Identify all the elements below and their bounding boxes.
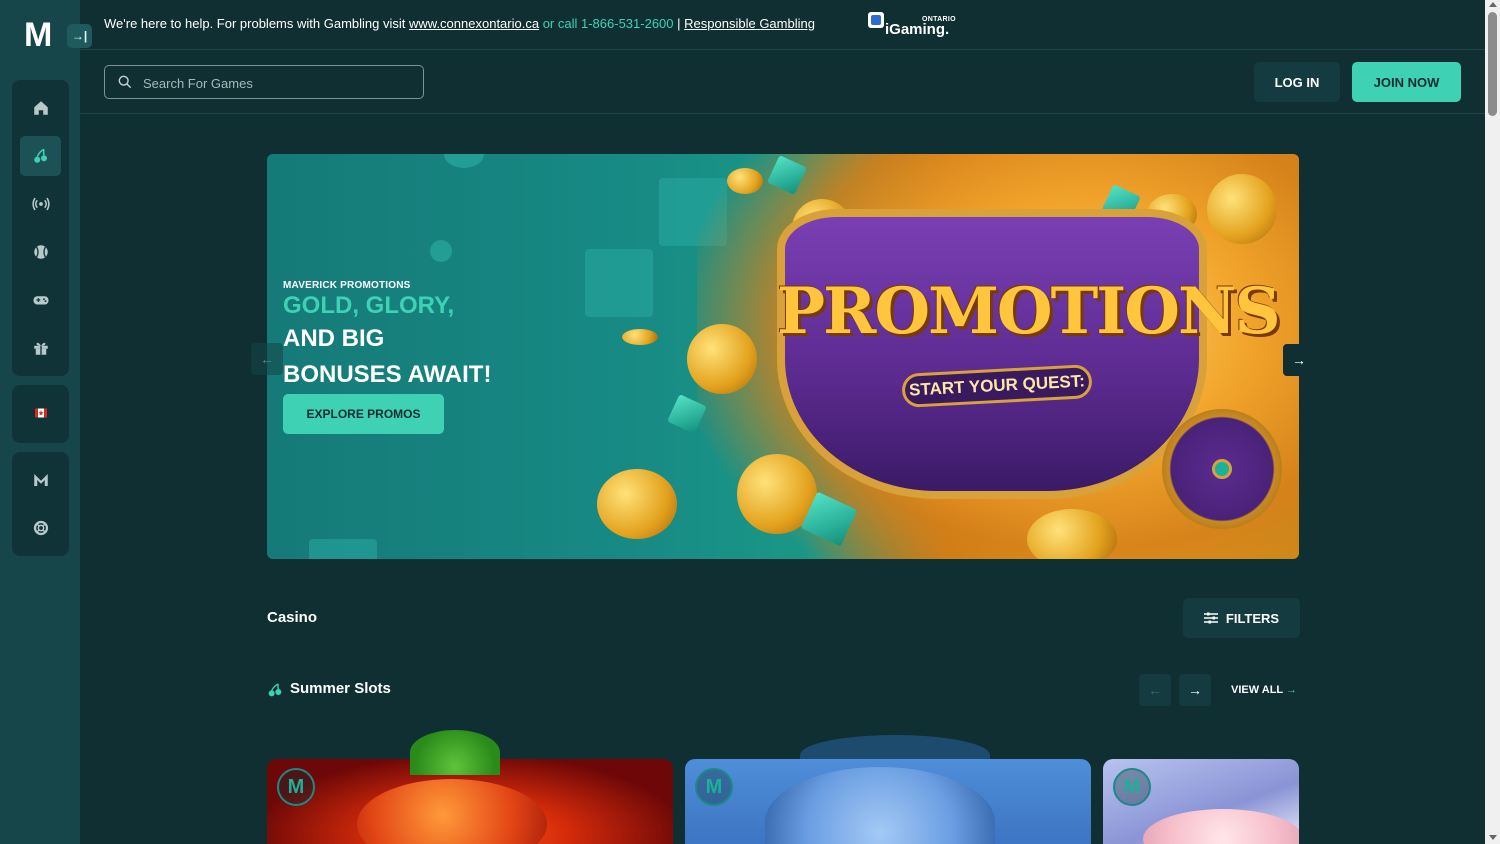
explore-promos-button[interactable]: EXPLORE PROMOS — [283, 394, 444, 434]
sidebar-item-live[interactable] — [20, 184, 61, 224]
arrow-right-icon: → — [1286, 684, 1298, 696]
casino-heading: Casino — [267, 609, 318, 626]
hero-next-button[interactable]: → — [1283, 344, 1315, 376]
hero-headline-line3: BONUSES AWAIT! — [283, 361, 492, 388]
game-card-art — [357, 779, 547, 844]
coin-art — [1207, 174, 1277, 244]
canada-flag-icon — [34, 408, 47, 418]
maverick-badge-icon: M — [695, 768, 733, 806]
search-box[interactable] — [104, 65, 424, 99]
maverick-badge-icon: M — [277, 768, 315, 806]
header-divider — [80, 113, 1485, 114]
scroll-up-icon[interactable] — [1489, 2, 1497, 7]
hero-headline-line1: GOLD, GLORY, — [283, 292, 455, 319]
decor-square — [309, 539, 377, 559]
sidebar-nav-group — [12, 80, 69, 376]
promotions-art-title: PROMOTIONS — [777, 274, 1281, 349]
section-next-button[interactable]: → — [1179, 674, 1211, 706]
game-card-art — [765, 767, 995, 844]
search-icon — [118, 75, 132, 89]
sliders-icon — [1203, 612, 1218, 624]
igaming-badge-icon — [868, 12, 884, 28]
promotions-shield-art — [777, 209, 1207, 499]
gift-icon — [33, 342, 48, 355]
section-prev-button[interactable]: ← — [1139, 674, 1171, 706]
sidebar-item-about[interactable] — [20, 460, 61, 500]
decor-square — [585, 249, 653, 317]
section-title: Summer Slots — [290, 680, 391, 697]
filters-button[interactable]: FILTERS — [1183, 598, 1300, 638]
gamepad-icon — [33, 296, 48, 305]
coin-art — [622, 329, 658, 345]
game-card-art — [1143, 809, 1299, 844]
help-phone[interactable]: or call 1-866-531-2600 — [543, 16, 674, 31]
connexontario-link[interactable]: www.connexontario.ca — [409, 16, 539, 31]
coin-art — [597, 469, 677, 539]
coin-art — [687, 324, 757, 394]
hero-prev-button[interactable]: ← — [251, 343, 283, 375]
page-scrollbar[interactable] — [1485, 0, 1500, 844]
cherries-icon — [268, 683, 282, 697]
view-all-link[interactable]: VIEW ALL → — [1231, 684, 1297, 696]
igaming-logo-main: iGaming. — [885, 21, 950, 38]
responsible-gambling-bar: We're here to help. For problems with Ga… — [80, 0, 1485, 50]
responsible-gambling-link[interactable]: Responsible Gambling — [684, 16, 815, 31]
scrollbar-thumb[interactable] — [1488, 12, 1497, 116]
live-broadcast-icon — [31, 197, 50, 211]
filters-label: FILTERS — [1225, 610, 1280, 626]
help-notice-text: We're here to help. For problems with Ga… — [104, 16, 406, 31]
promo-hero-banner[interactable]: PROMOTIONS START YOUR QUEST: MAVERICK PR… — [267, 154, 1299, 559]
coin-art — [727, 168, 763, 194]
sidebar-item-support[interactable] — [20, 508, 61, 548]
sidebar-item-home[interactable] — [20, 88, 61, 128]
game-card[interactable]: M — [685, 759, 1091, 844]
sidebar-item-sports[interactable] — [20, 232, 61, 272]
sidebar-collapse-button[interactable]: →| — [67, 24, 92, 48]
card-popout-art — [410, 730, 500, 775]
sidebar-item-region[interactable] — [20, 393, 61, 433]
search-input[interactable] — [143, 73, 415, 93]
sidebar-footer-group — [12, 452, 69, 556]
support-lifebuoy-icon — [33, 520, 48, 536]
sidebar-item-games[interactable] — [20, 280, 61, 320]
login-button[interactable]: LOG IN — [1254, 62, 1340, 102]
sidebar-item-casino[interactable] — [20, 136, 61, 176]
game-card[interactable]: M — [1103, 759, 1299, 844]
sports-ball-icon — [33, 245, 48, 259]
hero-headline-line2: AND BIG — [283, 325, 385, 352]
join-now-button[interactable]: JOIN NOW — [1352, 62, 1461, 102]
sidebar: M — [0, 0, 80, 844]
maverick-badge-icon: M — [1113, 768, 1151, 806]
decor-dot — [430, 240, 452, 262]
help-notice: We're here to help. For problems with Ga… — [104, 16, 815, 31]
notice-separator: | — [677, 16, 681, 31]
sidebar-region-group — [12, 385, 69, 443]
compass-art — [1162, 409, 1282, 529]
hero-kicker: MAVERICK PROMOTIONS — [283, 280, 411, 291]
sidebar-item-promotions[interactable] — [20, 328, 61, 368]
igaming-ontario-logo[interactable]: ONTARIO iGaming. — [868, 12, 960, 38]
maverick-logo-icon — [33, 474, 48, 486]
view-all-label: VIEW ALL — [1231, 684, 1283, 696]
cherries-icon — [33, 148, 47, 163]
decor-dot — [444, 154, 484, 168]
home-icon — [33, 101, 48, 115]
scroll-down-icon[interactable] — [1489, 835, 1497, 840]
maverick-logo[interactable]: M — [24, 18, 56, 52]
